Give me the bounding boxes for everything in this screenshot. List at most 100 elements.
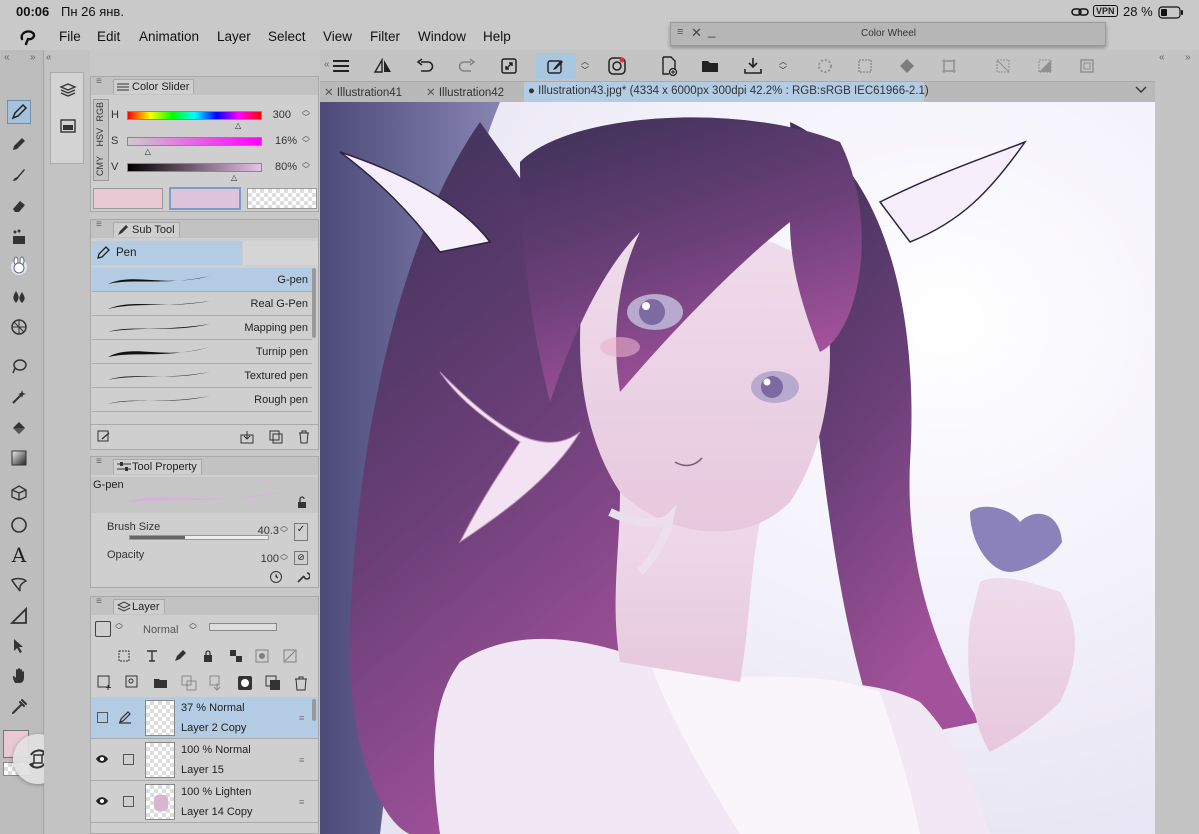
sub-tool-item-textured-pen[interactable]: Textured pen: [92, 364, 312, 388]
loading-icon[interactable]: [812, 53, 838, 79]
sub-tool-item-turnip-pen[interactable]: Turnip pen: [92, 340, 312, 364]
menu-filter[interactable]: Filter: [370, 29, 400, 44]
sub-tool-scrollbar[interactable]: [312, 268, 316, 338]
collapse-icon[interactable]: «: [46, 52, 52, 63]
drag-handle-icon[interactable]: ≡: [299, 797, 304, 807]
gradient-tool-icon[interactable]: [7, 446, 31, 470]
selection-rect-icon[interactable]: [852, 53, 878, 79]
companion-icon[interactable]: [604, 53, 630, 79]
mask-enable-icon[interactable]: [255, 649, 277, 663]
grip-icon[interactable]: ≡: [96, 220, 105, 230]
menu-window[interactable]: Window: [418, 29, 466, 44]
menu-layer[interactable]: Layer: [217, 29, 251, 44]
figure-tool-icon[interactable]: [7, 513, 31, 537]
blend-mode-select[interactable]: Normal: [143, 624, 178, 636]
layer-row[interactable]: 100 % Normal Layer 15 ≡: [91, 739, 318, 781]
grip-icon[interactable]: ≡: [96, 597, 105, 607]
value-marker[interactable]: △: [231, 173, 237, 182]
tab-illustration42[interactable]: ✕ Illustration42: [422, 82, 522, 102]
layer-row[interactable]: 100 % Lighten Layer 14 Copy ≡: [91, 781, 318, 823]
new-raster-layer-icon[interactable]: [97, 675, 113, 691]
navigator-icon[interactable]: [59, 117, 77, 135]
grip-icon[interactable]: ≡: [96, 77, 105, 87]
mode-cmy-tab[interactable]: CMY: [95, 156, 105, 176]
menu-view[interactable]: View: [323, 29, 352, 44]
menu-help[interactable]: Help: [483, 29, 511, 44]
undo-icon[interactable]: [412, 53, 438, 79]
brush-size-slider[interactable]: [129, 535, 269, 540]
tab-menu-chevron-icon[interactable]: [1135, 84, 1147, 94]
new-folder-icon[interactable]: [153, 675, 169, 691]
save-stepper[interactable]: ︿ ﹀: [774, 53, 792, 79]
pencil-tool-icon[interactable]: [7, 132, 31, 156]
hue-slider[interactable]: [127, 111, 262, 120]
sub-tool-item-g-pen[interactable]: G-pen: [92, 268, 312, 292]
apply-mask-icon[interactable]: [265, 675, 281, 691]
clipping-icon[interactable]: [117, 649, 131, 663]
sub-tool-item-mapping-pen[interactable]: Mapping pen: [92, 316, 312, 340]
fill-tool-icon[interactable]: [7, 416, 31, 440]
saturation-value[interactable]: 16%: [269, 135, 297, 147]
app-logo-icon[interactable]: [18, 27, 38, 47]
mode-rgb-tab[interactable]: RGB: [95, 102, 105, 122]
sub-tool-settings-icon[interactable]: [97, 430, 111, 444]
tab-illustration43[interactable]: ● Illustration43.jpg* (4334 x 6000px 300…: [524, 82, 929, 102]
eye-icon[interactable]: [95, 795, 109, 807]
brush-size-pressure-toggle[interactable]: ✓: [294, 523, 308, 541]
mode-hsv-tab[interactable]: HSV: [95, 128, 105, 147]
flip-horizontal-icon[interactable]: [370, 53, 396, 79]
import-sub-tool-icon[interactable]: [240, 430, 254, 444]
opacity-stepper[interactable]: ︿ ﹀: [280, 550, 288, 566]
value-slider[interactable]: [127, 163, 262, 172]
drawing-canvas[interactable]: [320, 102, 1155, 834]
layer-opacity-slider[interactable]: [209, 623, 277, 631]
duplicate-sub-tool-icon[interactable]: [269, 430, 283, 444]
opacity-toggle[interactable]: ⊘: [294, 551, 308, 565]
layer-scrollbar[interactable]: [312, 699, 316, 721]
value-stepper[interactable]: ︿ ﹀: [302, 158, 310, 174]
hue-value[interactable]: 300: [269, 109, 291, 121]
trash-icon[interactable]: [297, 430, 311, 444]
delete-layer-icon[interactable]: [293, 675, 309, 691]
perspective-ruler-icon[interactable]: [7, 315, 31, 339]
layer-color-toggle[interactable]: [95, 621, 111, 637]
layer-lock-checkbox[interactable]: [123, 796, 134, 807]
sub-tool-item-real-g-pen[interactable]: Real G-Pen: [92, 292, 312, 316]
opacity-value[interactable]: 100: [251, 553, 279, 565]
decoration-tool-icon[interactable]: [7, 225, 31, 249]
3d-object-icon[interactable]: [7, 481, 31, 505]
value-value[interactable]: 80%: [269, 161, 297, 173]
ruler-tool-icon[interactable]: [7, 604, 31, 628]
deselect-icon[interactable]: [990, 53, 1016, 79]
blend-tool-icon[interactable]: [7, 285, 31, 309]
minimize-icon[interactable]: _: [708, 23, 715, 38]
open-folder-icon[interactable]: [698, 53, 724, 79]
eraser-tool-icon[interactable]: [7, 194, 31, 218]
fit-canvas-icon[interactable]: [496, 53, 522, 79]
sub-color-box[interactable]: [169, 187, 241, 210]
layer-stack-icon[interactable]: [59, 81, 77, 99]
main-color-box[interactable]: [93, 188, 163, 209]
grip-icon[interactable]: ≡: [677, 26, 683, 38]
redo-icon[interactable]: [454, 53, 480, 79]
lock-transparency-icon[interactable]: [229, 649, 243, 663]
new-vector-layer-icon[interactable]: [125, 675, 141, 691]
rabbit-assistant-icon[interactable]: [7, 254, 31, 278]
layer-row[interactable]: 37 % Normal Layer 2 Copy ≡: [91, 697, 318, 739]
close-tab-icon[interactable]: ✕: [426, 87, 439, 99]
select-all-icon[interactable]: [1074, 53, 1100, 79]
wrench-icon[interactable]: [296, 570, 310, 584]
new-file-icon[interactable]: [656, 53, 682, 79]
drag-handle-icon[interactable]: ≡: [299, 755, 304, 765]
collapse-left-icon[interactable]: «: [4, 52, 10, 63]
transform-icon[interactable]: [936, 53, 962, 79]
menu-select[interactable]: Select: [268, 29, 306, 44]
operation-tool-icon[interactable]: [7, 634, 31, 658]
magic-wand-icon[interactable]: [7, 385, 31, 409]
ruler-range-icon[interactable]: [283, 649, 305, 663]
invert-selection-icon[interactable]: [1032, 53, 1058, 79]
lasso-tool-icon[interactable]: [7, 354, 31, 378]
fill-selection-icon[interactable]: [894, 53, 920, 79]
layer-lock-checkbox[interactable]: [123, 754, 134, 765]
sub-tool-group-pen[interactable]: Pen: [92, 241, 242, 265]
